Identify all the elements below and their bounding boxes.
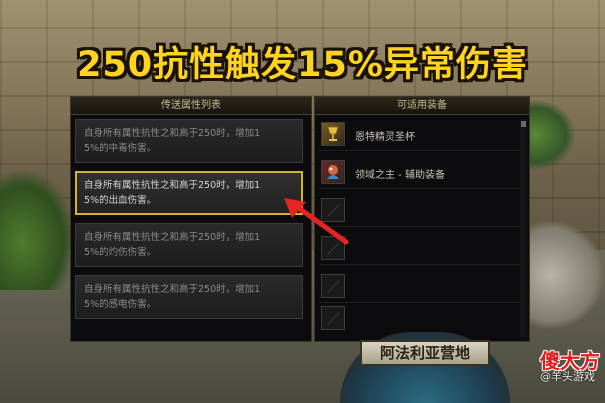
attribute-item-line1: 自身所有属性抗性之和高于250时，增加1	[84, 284, 261, 295]
equipment-row-domain-lord[interactable]: 领域之主 - 辅助装备	[319, 157, 523, 189]
attribute-item-line2: 5%的感电伤害。	[84, 299, 157, 310]
chalice-icon	[321, 122, 345, 146]
equipment-row-empty	[319, 303, 523, 335]
attribute-item-line2: 5%的灼伤伤害。	[84, 247, 157, 258]
red-arrow-icon	[284, 198, 349, 245]
background-plant	[0, 170, 75, 290]
equipment-row-empty	[319, 271, 523, 303]
attribute-item-line1: 自身所有属性抗性之和高于250时，增加1	[84, 232, 261, 243]
empty-slot-icon	[321, 274, 345, 298]
domain-lord-icon	[321, 160, 345, 184]
watermark-text: @羊头游戏	[540, 370, 595, 383]
applicable-equipment-title: 可适用装备	[315, 97, 529, 115]
attribute-item-line1: 自身所有属性抗性之和高于250时，增加1	[84, 128, 261, 139]
headline-title: 250抗性触发15%异常伤害	[77, 45, 528, 85]
attribute-item-bleed[interactable]: 自身所有属性抗性之和高于250时，增加1 5%的出血伤害。	[75, 171, 303, 215]
scrollbar-thumb[interactable]	[521, 121, 526, 127]
equipment-scrollbar[interactable]	[520, 119, 527, 337]
attribute-item-line2: 5%的中毒伤害。	[84, 143, 157, 154]
attribute-list-panel: 传送属性列表 自身所有属性抗性之和高于250时，增加1 5%的中毒伤害。 自身所…	[70, 96, 312, 342]
equipment-name: 恩特精灵圣杯	[355, 132, 415, 143]
attribute-list-title: 传送属性列表	[71, 97, 311, 115]
attribute-item-shock[interactable]: 自身所有属性抗性之和高于250时，增加1 5%的感电伤害。	[75, 275, 303, 319]
equipment-name: 领域之主 - 辅助装备	[355, 170, 445, 181]
attribute-item-line2: 5%的出血伤害。	[84, 195, 157, 206]
attribute-item-burn[interactable]: 自身所有属性抗性之和高于250时，增加1 5%的灼伤伤害。	[75, 223, 303, 267]
town-name-sign: 阿法利亚营地	[360, 340, 490, 366]
equipment-row-chalice[interactable]: 恩特精灵圣杯	[319, 119, 523, 151]
empty-slot-icon	[321, 306, 345, 330]
attribute-item-poison[interactable]: 自身所有属性抗性之和高于250时，增加1 5%的中毒伤害。	[75, 119, 303, 163]
attribute-item-line1: 自身所有属性抗性之和高于250时，增加1	[84, 180, 261, 191]
